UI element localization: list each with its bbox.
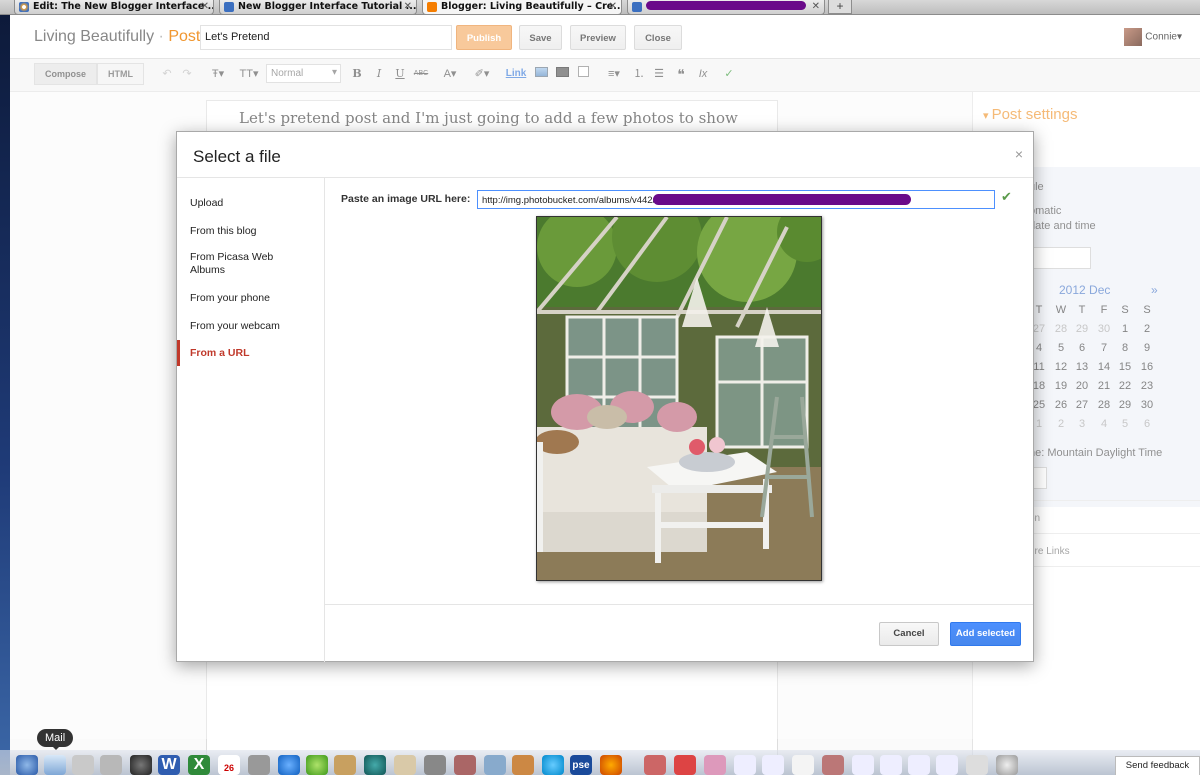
tab-title: New Blogger Interface Tutorial ... — [238, 1, 417, 12]
dock-tooltip: Mail — [37, 729, 74, 750]
redacted-url — [653, 194, 912, 205]
account-menu[interactable]: Connie▾ — [1124, 28, 1182, 46]
browser-tab[interactable]: ✕ — [627, 0, 825, 15]
calendar-date: 26 — [223, 763, 234, 773]
app-icon[interactable] — [704, 755, 726, 775]
skype-icon[interactable] — [542, 755, 564, 775]
close-tab-icon[interactable]: ✕ — [812, 0, 820, 13]
tab-title: Blogger: Living Beautifully – Cre... — [441, 1, 622, 12]
word-icon[interactable]: W — [158, 755, 180, 775]
post-title-input[interactable]: Let's Pretend — [200, 25, 452, 50]
nav-from-picasa[interactable]: From Picasa Web Albums — [177, 251, 287, 277]
image-preview[interactable] — [536, 216, 822, 581]
document-icon[interactable] — [908, 755, 930, 775]
browser-tab[interactable]: New Blogger Interface Tutorial ... ✕ — [219, 0, 417, 15]
document-icon[interactable] — [936, 755, 958, 775]
blog-name[interactable]: Living Beautifully — [34, 28, 154, 45]
send-feedback-button[interactable]: Send feedback — [1115, 756, 1200, 775]
app-icon[interactable] — [822, 755, 844, 775]
sunroom-photo — [537, 217, 821, 580]
close-tab-icon[interactable]: ✕ — [609, 0, 617, 13]
calendar-icon[interactable]: 26 — [218, 755, 240, 775]
document-icon[interactable] — [880, 755, 902, 775]
nav-from-url[interactable]: From a URL — [177, 340, 324, 366]
app-icon[interactable] — [306, 755, 328, 775]
source-nav: Upload From this blog From Picasa Web Al… — [177, 178, 325, 662]
breadcrumb-separator: · — [158, 28, 164, 45]
preview-button[interactable]: Preview — [570, 25, 626, 50]
app-icon[interactable] — [394, 755, 416, 775]
blogger-icon — [427, 2, 437, 12]
browser-tab[interactable]: Edit: The New Blogger Interface ... ✕ — [14, 0, 214, 15]
redacted-tab-title — [646, 1, 806, 10]
photoshop-elements-icon[interactable]: pse — [570, 755, 592, 775]
new-tab-button[interactable]: + — [828, 0, 852, 14]
page-icon — [224, 2, 234, 12]
avatar — [1124, 28, 1143, 46]
browser-tab-strip: Edit: The New Blogger Interface ... ✕ Ne… — [0, 0, 1200, 15]
desktop-background — [0, 15, 10, 775]
dashboard-icon[interactable] — [130, 755, 152, 775]
trash-icon[interactable] — [996, 755, 1018, 775]
close-button[interactable]: Close — [634, 25, 682, 50]
browser-tab-active[interactable]: Blogger: Living Beautifully – Cre... ✕ — [422, 0, 622, 15]
nav-from-phone[interactable]: From your phone — [177, 292, 324, 305]
url-value: http://img.photobucket.com/albums/v442/ — [482, 195, 656, 206]
checkmark-icon: ✔ — [1001, 189, 1012, 204]
page-icon — [632, 2, 642, 12]
close-tab-icon[interactable]: ✕ — [404, 0, 412, 13]
app-icon[interactable] — [334, 755, 356, 775]
app-icon[interactable] — [674, 755, 696, 775]
document-icon[interactable] — [734, 755, 756, 775]
user-name: Connie▾ — [1145, 31, 1182, 43]
app-icon[interactable] — [484, 755, 506, 775]
dialog-title: Select a file — [193, 147, 281, 166]
app-icon[interactable] — [248, 755, 270, 775]
nav-from-this-blog[interactable]: From this blog — [177, 225, 324, 238]
select-file-dialog: Select a file × Upload From this blog Fr… — [176, 131, 1034, 662]
mail-icon[interactable] — [44, 755, 66, 775]
nav-upload[interactable]: Upload — [177, 197, 324, 210]
close-icon[interactable]: × — [1015, 146, 1023, 162]
chrome-icon — [19, 2, 29, 12]
app-icon[interactable] — [454, 755, 476, 775]
mac-dock: W X 26 pse — [0, 750, 1200, 775]
document-icon[interactable] — [852, 755, 874, 775]
app-icon[interactable] — [100, 755, 122, 775]
image-url-input[interactable]: http://img.photobucket.com/albums/v442/ — [477, 190, 995, 209]
publish-button[interactable]: Publish — [456, 25, 512, 50]
section-label: Post — [168, 28, 201, 45]
divider — [325, 604, 1033, 605]
app-icon[interactable] — [512, 755, 534, 775]
blog-breadcrumb: Living Beautifully · Post — [34, 28, 200, 46]
nav-from-webcam[interactable]: From your webcam — [177, 320, 324, 333]
editor-header: Living Beautifully · Post Let's Pretend … — [10, 15, 1200, 59]
excel-icon[interactable]: X — [188, 755, 210, 775]
tab-title: Edit: The New Blogger Interface ... — [33, 1, 214, 12]
app-icon[interactable] — [364, 755, 386, 775]
url-field-label: Paste an image URL here: — [341, 193, 471, 205]
document-icon[interactable] — [792, 755, 814, 775]
app-icon[interactable] — [72, 755, 94, 775]
finder-icon[interactable] — [16, 755, 38, 775]
save-button[interactable]: Save — [519, 25, 562, 50]
itunes-icon[interactable] — [278, 755, 300, 775]
app-icon[interactable] — [424, 755, 446, 775]
firefox-icon[interactable] — [600, 755, 622, 775]
app-icon[interactable] — [644, 755, 666, 775]
close-tab-icon[interactable]: ✕ — [201, 0, 209, 13]
downloads-stack-icon[interactable] — [966, 755, 988, 775]
cancel-button[interactable]: Cancel — [879, 622, 939, 646]
document-icon[interactable] — [762, 755, 784, 775]
add-selected-button[interactable]: Add selected — [950, 622, 1021, 646]
